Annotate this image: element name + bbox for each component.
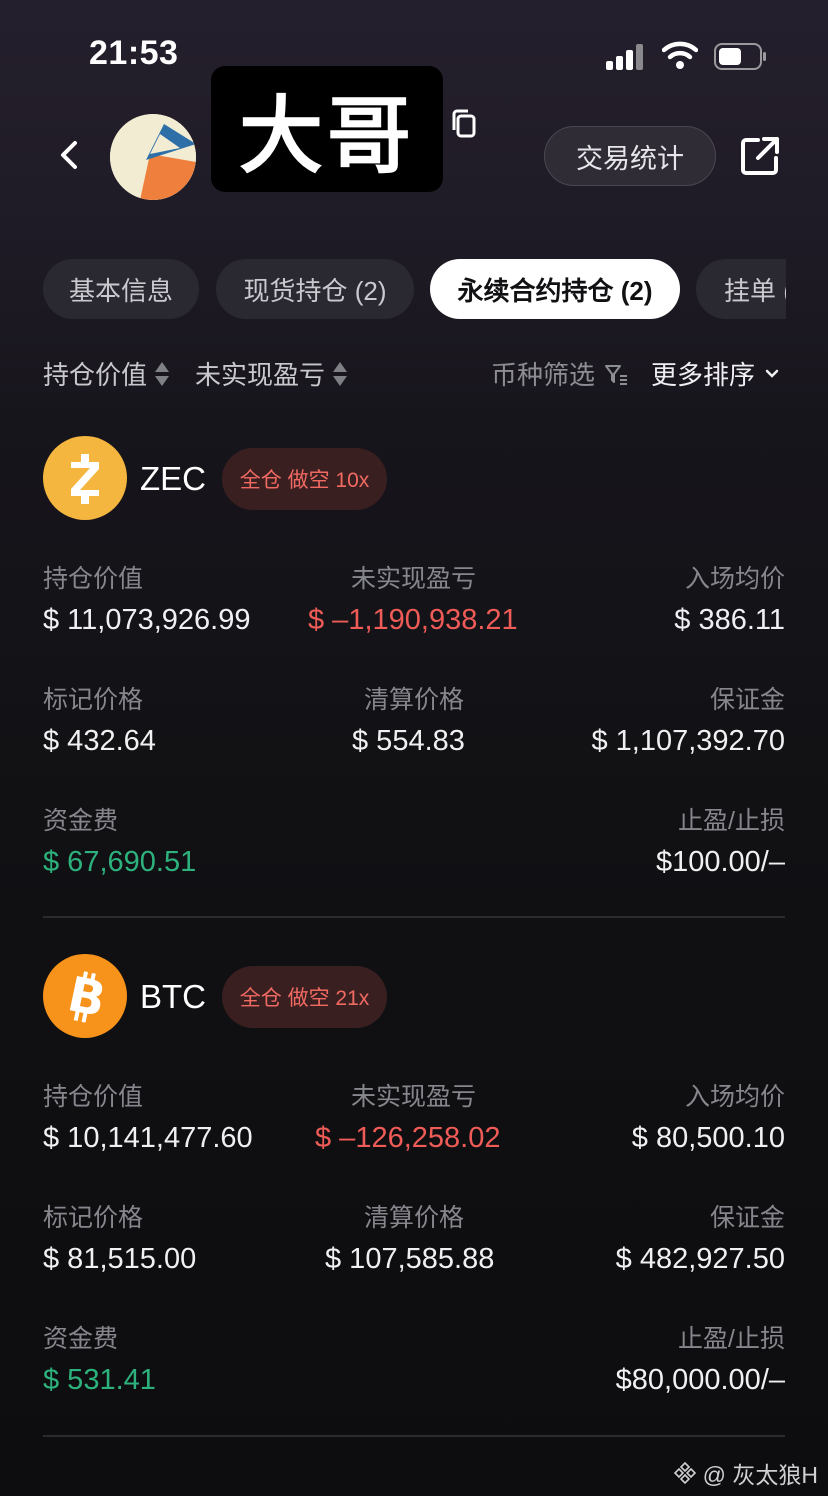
margin-value: $ 482,927.50 (615, 1243, 785, 1275)
sort-position-value[interactable]: 持仓价值 (43, 355, 170, 392)
funding-fee-label: 资金费 (43, 1325, 119, 1353)
funding-fee-label: 资金费 (43, 807, 119, 835)
sort-arrows-icon (155, 361, 170, 387)
wifi-icon (662, 41, 698, 69)
user-name-text: 大哥 (238, 86, 415, 185)
entry-price-label: 入场均价 (684, 1083, 785, 1111)
position-mode-badge: 全仓 做空 10x (222, 448, 387, 510)
zec-coin-icon (43, 436, 127, 520)
position-mode-badge: 全仓 做空 21x (222, 966, 387, 1028)
unrealized-pnl-label: 未实现盈亏 (351, 565, 477, 593)
tab-perp-positions[interactable]: 永续合约持仓 (2) (430, 259, 680, 319)
mark-price-label: 标记价格 (43, 1204, 144, 1232)
mark-price-value: $ 81,515.00 (43, 1243, 197, 1275)
coin-filter[interactable]: 币种筛选 (491, 355, 629, 392)
entry-price-value: $ 386.11 (674, 604, 785, 636)
funding-fee-value: $ 531.41 (43, 1364, 156, 1396)
card-divider (43, 1435, 785, 1437)
position-value: $ 10,141,477.60 (43, 1122, 253, 1154)
btc-coin-icon: B (43, 954, 127, 1038)
copy-icon[interactable] (450, 108, 480, 140)
sort-position-value-label: 持仓价值 (43, 360, 148, 390)
filter-icon (605, 364, 628, 385)
binance-logo-icon (673, 1461, 696, 1485)
share-icon[interactable] (738, 134, 782, 178)
tp-sl-value[interactable]: $100.00/– (656, 846, 785, 879)
funding-fee-value: $ 67,690.51 (43, 846, 197, 878)
coin-filter-label: 币种筛选 (491, 360, 596, 390)
tp-sl-label: 止盈/止损 (678, 807, 785, 835)
tab-spot-positions[interactable]: 现货持仓 (2) (216, 259, 414, 319)
position-symbol: BTC (140, 978, 206, 1015)
mark-price-value: $ 432.64 (43, 725, 156, 757)
chevron-down-icon (765, 369, 779, 378)
avatar[interactable] (110, 114, 196, 200)
margin-label: 保证金 (709, 686, 785, 714)
tab-bar: 基本信息 现货持仓 (2) 永续合约持仓 (2) 挂单 ( (0, 250, 786, 330)
sort-unrealized-pnl[interactable]: 未实现盈亏 (195, 355, 348, 392)
sort-arrows-icon (333, 361, 348, 387)
entry-price-value: $ 80,500.10 (631, 1122, 785, 1154)
trade-stats-button[interactable]: 交易统计 (544, 126, 716, 186)
tp-sl-value[interactable]: $80,000.00/– (616, 1364, 785, 1397)
mark-price-label: 标记价格 (43, 686, 144, 714)
liquidation-price-value: $ 107,585.88 (325, 1243, 495, 1275)
position-symbol: ZEC (140, 460, 206, 497)
more-sort-dropdown[interactable]: 更多排序 (651, 355, 781, 392)
tab-basic-info[interactable]: 基本信息 (43, 259, 199, 319)
entry-price-label: 入场均价 (684, 565, 785, 593)
watermark-text: @ 灰太狼H (702, 1462, 818, 1488)
unrealized-pnl-label: 未实现盈亏 (351, 1083, 477, 1111)
position-value: $ 11,073,926.99 (43, 604, 251, 636)
more-sort-label: 更多排序 (651, 360, 756, 390)
watermark: @ 灰太狼H (673, 1456, 818, 1490)
card-divider (43, 916, 785, 918)
unrealized-pnl-value: $ –126,258.02 (315, 1122, 501, 1154)
user-name: 大哥 (211, 66, 443, 192)
margin-label: 保证金 (709, 1204, 785, 1232)
liquidation-price-label: 清算价格 (364, 686, 465, 714)
liquidation-price-label: 清算价格 (364, 1204, 465, 1232)
tab-open-orders[interactable]: 挂单 ( (696, 259, 786, 319)
tp-sl-label: 止盈/止损 (678, 1325, 785, 1353)
battery-icon (714, 43, 766, 70)
position-value-label: 持仓价值 (43, 565, 144, 593)
sort-unrealized-pnl-label: 未实现盈亏 (195, 360, 326, 390)
signal-icon (606, 44, 646, 70)
margin-value: $ 1,107,392.70 (591, 725, 785, 757)
status-time: 21:53 (89, 34, 179, 72)
unrealized-pnl-value: $ –1,190,938.21 (308, 604, 518, 636)
liquidation-price-value: $ 554.83 (352, 725, 465, 757)
back-icon[interactable] (55, 138, 85, 172)
position-value-label: 持仓价值 (43, 1083, 144, 1111)
